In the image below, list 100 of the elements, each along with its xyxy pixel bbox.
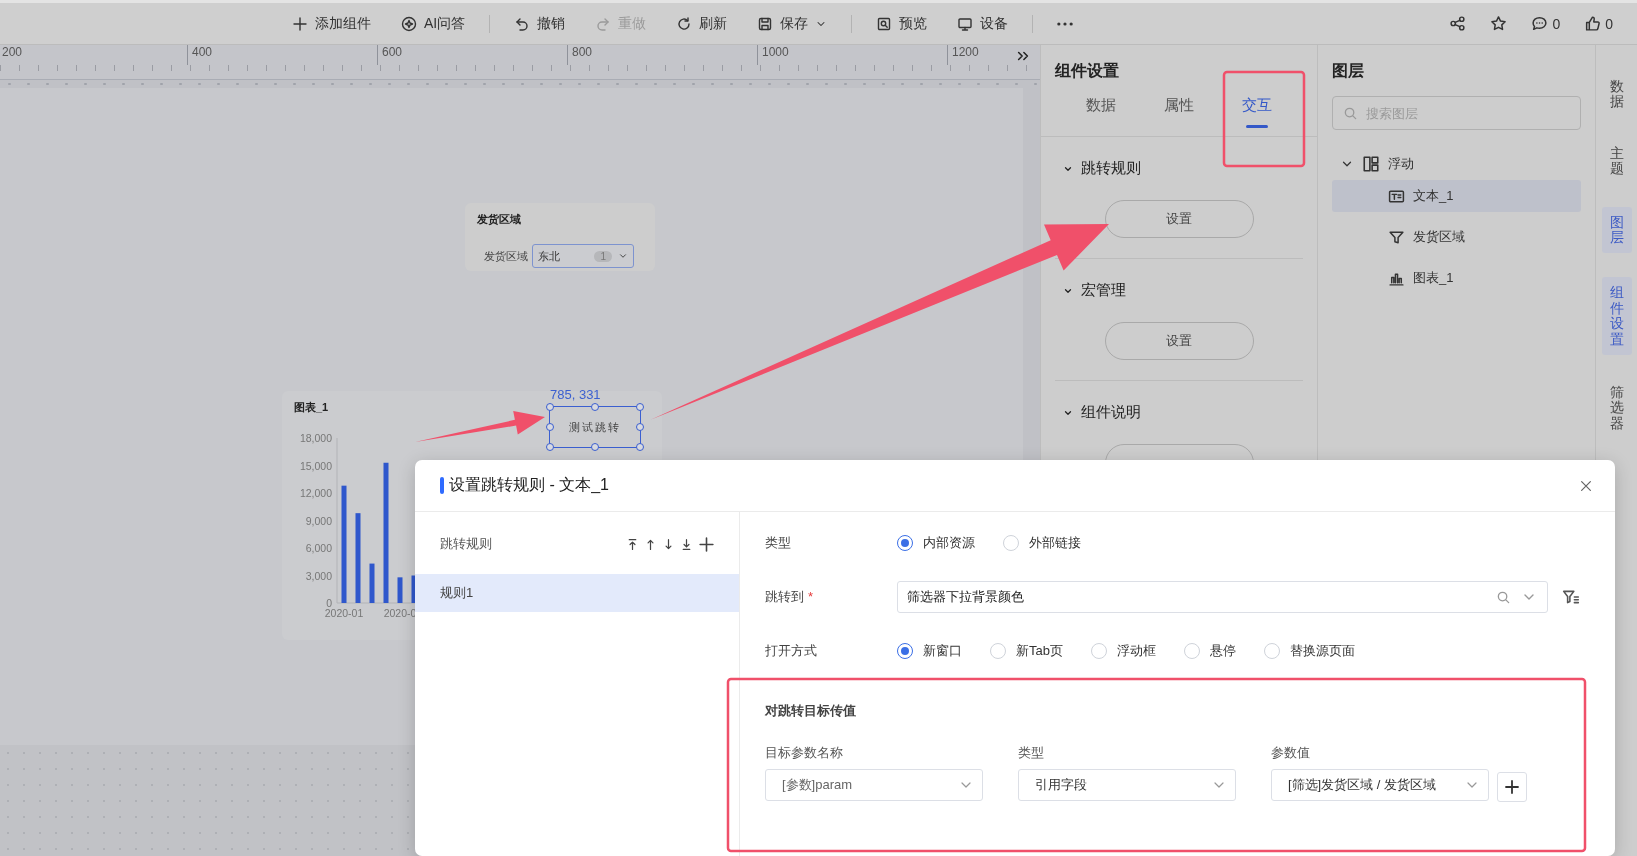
field-label: 跳转到 * [765, 588, 815, 606]
section-title: 宏管理 [1081, 281, 1126, 300]
share-icon [1449, 15, 1467, 32]
radio-option[interactable]: 替换源页面 [1263, 642, 1355, 660]
axis-label: 12,000 [299, 487, 332, 499]
param-select[interactable]: [筛选]发货区域 / 发货区域 [1271, 769, 1489, 801]
column-label: 参数值 [1271, 744, 1311, 762]
tab[interactable]: 数据 [1062, 88, 1140, 136]
rail-tab[interactable]: 主题 [1601, 139, 1632, 183]
thumbs-up-icon [1584, 15, 1602, 32]
axis-label: 18,000 [299, 432, 332, 444]
refresh-icon [676, 15, 693, 32]
axis-label: 2020-0 [383, 607, 417, 619]
add-button[interactable]: 添加组件 [286, 10, 377, 37]
radio-option[interactable]: 浮动框 [1090, 642, 1156, 660]
param-select[interactable]: [参数]param [765, 769, 983, 801]
axis-label: 3,000 [305, 569, 332, 582]
layout-icon [1362, 155, 1380, 173]
resize-handle[interactable] [545, 422, 554, 431]
panel-title: 组件设置 [1055, 61, 1120, 81]
rail-tab[interactable]: 筛选器 [1601, 378, 1632, 438]
axis-label: 9,000 [305, 514, 332, 527]
resize-handle[interactable] [635, 422, 644, 431]
save-button[interactable]: 保存 [751, 10, 834, 37]
field-label: 类型 [765, 534, 792, 552]
plus-icon [292, 15, 308, 32]
rule-item[interactable]: 规则1 [415, 574, 739, 612]
ruler-label: 400 [187, 45, 377, 65]
column-label: 类型 [1018, 744, 1045, 762]
star-icon [1490, 15, 1508, 32]
axis-label: 15,000 [299, 459, 332, 472]
chart-bar [397, 577, 403, 603]
filter-list-icon[interactable] [1562, 588, 1580, 606]
ruler-label: 800 [567, 45, 757, 65]
rail-tab[interactable]: 数据 [1601, 73, 1632, 116]
filter-title: 发货区域 [477, 212, 522, 227]
title-accent [440, 477, 444, 494]
radio-option[interactable]: 悬停 [1183, 642, 1236, 660]
ruler-label: 200 [0, 45, 187, 65]
monitor-icon [957, 15, 974, 32]
radio-option[interactable]: 外部链接 [1003, 534, 1081, 552]
resize-handle[interactable] [635, 442, 644, 451]
field-label: 打开方式 [765, 642, 818, 660]
layer-item[interactable]: 文本_1 [1332, 180, 1581, 212]
resize-handle[interactable] [545, 402, 554, 411]
move-top-icon[interactable] [626, 537, 639, 551]
preview-button[interactable]: 预览 [870, 10, 934, 37]
sparkle-circle-icon [401, 15, 417, 32]
list-header: 跳转规则 [440, 535, 493, 553]
resize-handle[interactable] [590, 442, 599, 451]
search-icon [1343, 106, 1358, 121]
layer-item[interactable]: 浮动 [1332, 148, 1581, 180]
settings-button[interactable]: 设置 [1104, 322, 1254, 360]
comment-button[interactable]: 0 [1529, 13, 1563, 34]
ruler-label: 600 [377, 45, 567, 65]
chart-title: 图表_1 [294, 400, 329, 415]
double-chevron-icon[interactable] [1016, 49, 1030, 63]
filter-label: 发货区域 [484, 248, 528, 264]
settings-button[interactable]: 设置 [1104, 200, 1254, 238]
move-bottom-icon[interactable] [680, 537, 693, 551]
section-title: 对跳转目标传值 [765, 702, 857, 720]
dialog-title: 设置跳转规则 - 文本_1 [449, 475, 610, 495]
ai-button[interactable]: AI问答 [395, 10, 472, 37]
layer-item[interactable]: 图表_1 [1332, 262, 1581, 294]
tab[interactable]: 交互 [1218, 88, 1296, 136]
section-title: 组件说明 [1081, 403, 1141, 422]
preview-icon [876, 15, 893, 32]
resize-handle[interactable] [545, 442, 554, 451]
caret-icon [618, 251, 628, 261]
search-icon [1496, 589, 1511, 605]
resize-handle[interactable] [635, 402, 644, 411]
column-label: 目标参数名称 [765, 744, 844, 762]
rail-tab[interactable]: 图层 [1601, 206, 1632, 254]
chart-bar [369, 563, 375, 603]
axis-label: 2020-01 [324, 607, 364, 619]
axis-label: 0 [326, 597, 332, 609]
resize-handle[interactable] [590, 402, 599, 411]
device-button[interactable]: 设备 [951, 10, 1015, 37]
section-title: 跳转规则 [1081, 159, 1141, 178]
radio-option[interactable]: 新Tab页 [990, 642, 1063, 660]
text-box-icon [1388, 187, 1405, 205]
target-select[interactable]: 筛选器下拉背景颜色 [897, 581, 1548, 613]
tab[interactable]: 属性 [1140, 88, 1218, 136]
close-icon[interactable] [1579, 478, 1593, 493]
plus-icon[interactable] [698, 535, 715, 553]
refresh-button[interactable]: 刷新 [670, 10, 734, 37]
comment-icon [1531, 15, 1549, 32]
text-widget[interactable]: 测试跳转 [549, 406, 641, 448]
funnel-icon [1388, 228, 1405, 246]
radio-option[interactable]: 内部资源 [897, 534, 975, 552]
like-button[interactable]: 0 [1582, 13, 1615, 34]
rail-tab[interactable]: 组件设置 [1601, 277, 1632, 355]
axis-label: 6,000 [305, 542, 332, 554]
region-select[interactable]: 东北 1 [532, 244, 634, 268]
add-button[interactable] [1497, 772, 1527, 802]
param-select[interactable]: 引用字段 [1018, 769, 1236, 801]
radio-option[interactable]: 新窗口 [897, 642, 962, 660]
layer-item[interactable]: 发货区域 [1332, 221, 1581, 253]
more-icon [1057, 21, 1074, 26]
undo-button[interactable]: 撤销 [508, 10, 572, 37]
